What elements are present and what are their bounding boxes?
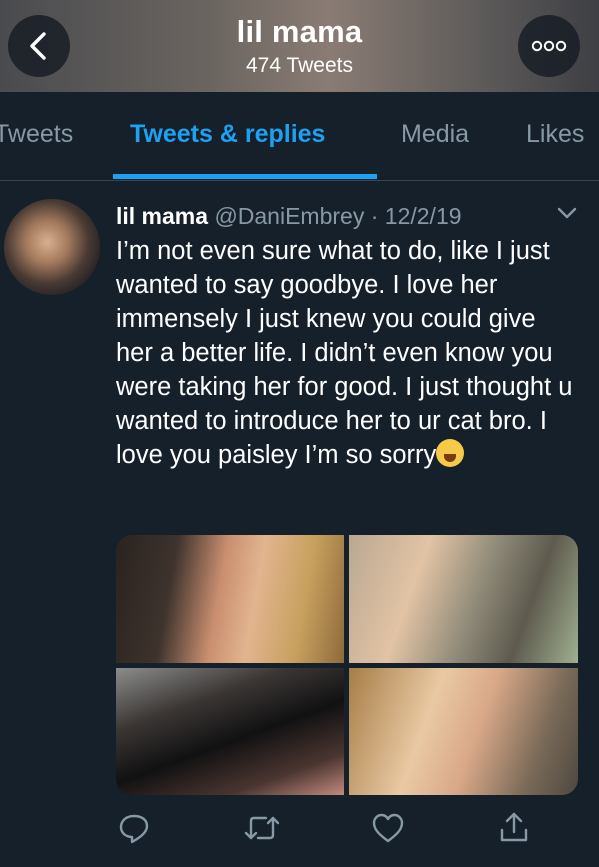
profile-header: lil mama 474 Tweets xyxy=(0,0,599,92)
avatar[interactable] xyxy=(4,199,100,295)
photo-1[interactable] xyxy=(116,535,344,663)
photo-3[interactable] xyxy=(116,668,344,795)
tab-media[interactable]: Media xyxy=(401,120,469,149)
crying-face-emoji-icon xyxy=(436,439,465,467)
more-horizontal-icon xyxy=(531,40,567,52)
profile-title: lil mama xyxy=(236,14,363,49)
chevron-down-icon xyxy=(557,207,577,219)
reply-button[interactable] xyxy=(116,810,152,851)
tweet-display-name[interactable]: lil mama xyxy=(116,203,208,229)
tweet-text: I’m not even sure what to do, like I jus… xyxy=(116,237,573,469)
active-tab-indicator xyxy=(113,174,377,179)
share-button[interactable] xyxy=(496,810,532,851)
tweet-options-button[interactable] xyxy=(556,206,578,225)
more-button[interactable] xyxy=(518,15,580,77)
profile-tabs: Tweets Tweets & replies Media Likes xyxy=(0,92,599,181)
tweet-header: lil mama @DaniEmbrey · 12/2/19 xyxy=(116,203,462,230)
like-icon xyxy=(372,813,404,843)
tweet-photo-gallery xyxy=(116,535,578,795)
tab-tweets[interactable]: Tweets xyxy=(0,120,73,149)
tweet-actions xyxy=(116,810,578,850)
retweet-button[interactable] xyxy=(242,810,282,851)
tweet-date[interactable]: 12/2/19 xyxy=(385,203,462,229)
tab-tweets-replies[interactable]: Tweets & replies xyxy=(130,120,325,149)
retweet-icon xyxy=(244,816,280,840)
tweet-body: I’m not even sure what to do, like I jus… xyxy=(116,234,576,472)
photo-2[interactable] xyxy=(349,535,578,663)
tweet-count: 474 Tweets xyxy=(245,54,354,77)
photo-4[interactable] xyxy=(349,668,578,795)
like-button[interactable] xyxy=(370,810,406,851)
reply-icon xyxy=(119,814,149,844)
tab-likes[interactable]: Likes xyxy=(526,120,584,149)
tweet-separator: · xyxy=(370,203,379,229)
share-icon xyxy=(500,812,528,842)
tweet-handle[interactable]: @DaniEmbrey xyxy=(214,203,364,229)
